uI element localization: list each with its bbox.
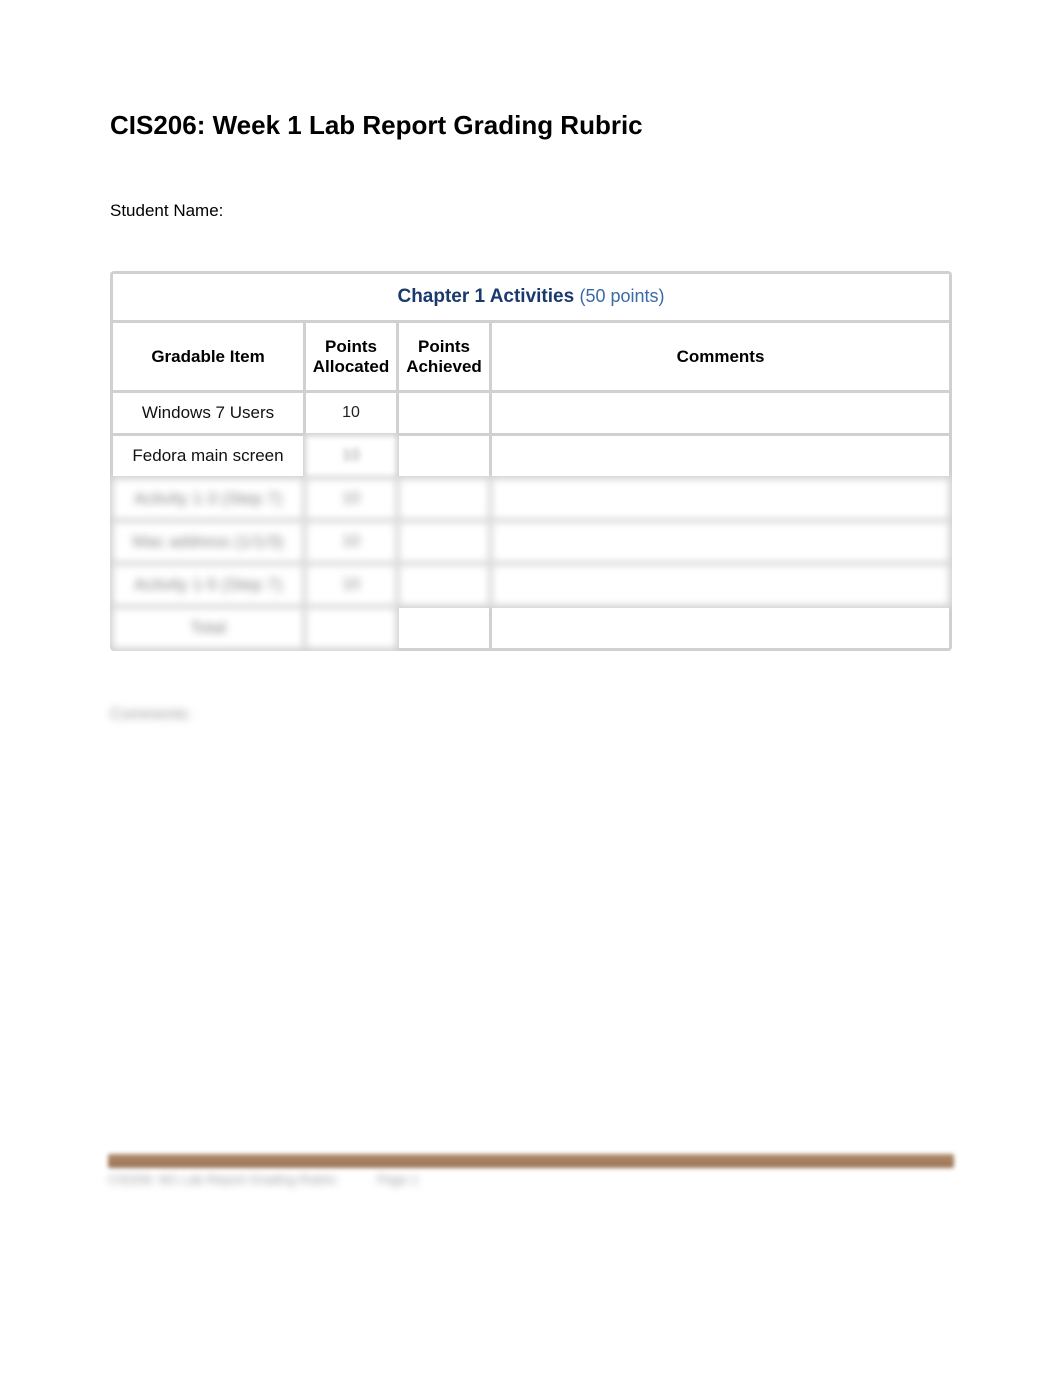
achieved-cell: [399, 436, 489, 476]
item-cell: Activity 1-5 (Step 7): [113, 565, 303, 605]
achieved-cell: [399, 522, 489, 562]
allocated-cell: 10: [306, 565, 396, 605]
col-header-item: Gradable Item: [113, 323, 303, 390]
allocated-cell: 10: [306, 522, 396, 562]
rubric-table-container: Chapter 1 Activities (50 points) Gradabl…: [110, 271, 952, 651]
achieved-cell: [399, 608, 489, 648]
table-row: Mac address (1/1/3) 10: [113, 522, 949, 562]
page-footer: CIS206: W1 Lab Report Grading Rubric Pag…: [108, 1154, 954, 1187]
comments-cell: [492, 393, 949, 433]
table-row: Activity 1-5 (Step 7) 10: [113, 565, 949, 605]
col-header-allocated: Points Allocated: [306, 323, 396, 390]
allocated-cell: 10: [306, 393, 396, 433]
footer-divider: [108, 1154, 954, 1168]
comments-cell: [492, 522, 949, 562]
comments-cell: [492, 565, 949, 605]
table-row: Total: [113, 608, 949, 648]
comments-cell: [492, 436, 949, 476]
item-cell: Total: [113, 608, 303, 648]
section-title: Chapter 1 Activities: [397, 286, 574, 307]
comments-cell: [492, 479, 949, 519]
allocated-cell: 10: [306, 479, 396, 519]
page-title: CIS206: Week 1 Lab Report Grading Rubric: [110, 110, 952, 141]
item-cell: Windows 7 Users: [113, 393, 303, 433]
table-row: Fedora main screen 10: [113, 436, 949, 476]
student-name-label: Student Name:: [110, 201, 952, 221]
allocated-cell: [306, 608, 396, 648]
col-header-achieved: Points Achieved: [399, 323, 489, 390]
column-header-row: Gradable Item Points Allocated Points Ac…: [113, 323, 949, 390]
section-header: Chapter 1 Activities (50 points): [113, 274, 949, 320]
achieved-cell: [399, 565, 489, 605]
achieved-cell: [399, 479, 489, 519]
achieved-cell: [399, 393, 489, 433]
comments-section-label: Comments:: [110, 706, 952, 724]
table-row: Activity 1-3 (Step 7) 10: [113, 479, 949, 519]
comments-cell: [492, 608, 949, 648]
footer-right-text: Page 1: [377, 1172, 418, 1187]
item-cell: Fedora main screen: [113, 436, 303, 476]
rubric-table: Chapter 1 Activities (50 points) Gradabl…: [110, 271, 952, 651]
section-points: (50 points): [579, 286, 664, 306]
item-cell: Activity 1-3 (Step 7): [113, 479, 303, 519]
footer-left-text: CIS206: W1 Lab Report Grading Rubric: [108, 1172, 337, 1187]
item-cell: Mac address (1/1/3): [113, 522, 303, 562]
section-header-row: Chapter 1 Activities (50 points): [113, 274, 949, 320]
col-header-comments: Comments: [492, 323, 949, 390]
allocated-cell: 10: [306, 436, 396, 476]
table-row: Windows 7 Users 10: [113, 393, 949, 433]
